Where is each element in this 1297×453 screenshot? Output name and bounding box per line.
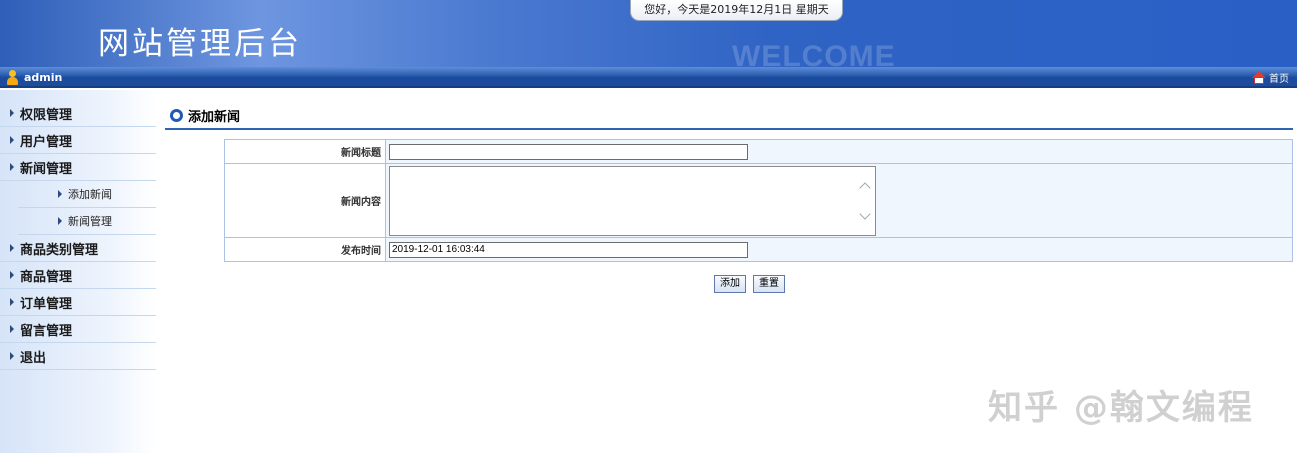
triangle-icon bbox=[10, 109, 14, 117]
news-title-input[interactable] bbox=[389, 143, 748, 160]
circle-bullet-icon bbox=[170, 109, 183, 122]
sidebar-item-users[interactable]: 用户管理 bbox=[0, 127, 156, 154]
welcome-text: WELCOME bbox=[732, 40, 896, 67]
sidebar-item-label: 新闻管理 bbox=[20, 161, 73, 177]
triangle-icon bbox=[58, 217, 62, 225]
triangle-icon bbox=[10, 136, 14, 144]
publish-time-cell bbox=[385, 237, 1293, 262]
add-button[interactable]: 添加 bbox=[714, 275, 746, 293]
triangle-icon bbox=[10, 325, 14, 333]
sidebar-subitem-label: 添加新闻 bbox=[68, 188, 112, 201]
sidebar-item-label: 用户管理 bbox=[20, 134, 73, 150]
sidebar-item-permissions[interactable]: 权限管理 bbox=[0, 100, 156, 127]
publish-time-label: 发布时间 bbox=[224, 237, 386, 262]
sidebar-item-logout[interactable]: 退出 bbox=[0, 343, 156, 370]
page-title: 添加新闻 bbox=[170, 106, 240, 125]
add-news-form: 新闻标题 新闻内容 发布时间 bbox=[224, 139, 1293, 262]
scroll-up-icon[interactable] bbox=[859, 181, 871, 194]
triangle-icon bbox=[58, 190, 62, 198]
news-content-cell bbox=[385, 163, 1293, 238]
home-icon bbox=[1252, 70, 1266, 84]
sidebar-item-product-categories[interactable]: 商品类别管理 bbox=[0, 235, 156, 262]
news-content-label: 新闻内容 bbox=[224, 163, 386, 238]
user-icon bbox=[6, 69, 19, 85]
username-label: admin bbox=[24, 70, 63, 84]
reset-button[interactable]: 重置 bbox=[753, 275, 785, 293]
current-user: admin bbox=[6, 69, 62, 85]
site-title: 网站管理后台 bbox=[98, 26, 302, 62]
sidebar-item-label: 商品管理 bbox=[20, 269, 73, 285]
sidebar-subitem-label: 新闻管理 bbox=[68, 215, 112, 228]
page-title-text: 添加新闻 bbox=[188, 110, 241, 125]
sidebar-item-label: 订单管理 bbox=[20, 296, 73, 312]
sidebar-item-news[interactable]: 新闻管理 bbox=[0, 154, 156, 181]
sidebar-item-label: 商品类别管理 bbox=[20, 242, 99, 258]
watermark: 知乎 @翰文编程 bbox=[988, 388, 1254, 428]
triangle-icon bbox=[10, 298, 14, 306]
news-content-textarea[interactable] bbox=[389, 165, 876, 236]
home-label: 首页 bbox=[1269, 73, 1289, 85]
sidebar-subitem-add-news[interactable]: 添加新闻 bbox=[18, 181, 156, 208]
sidebar-subitem-manage-news[interactable]: 新闻管理 bbox=[18, 208, 156, 235]
home-link[interactable]: 首页 bbox=[1252, 69, 1289, 85]
sidebar-item-label: 留言管理 bbox=[20, 323, 73, 339]
header-banner: 网站管理后台 WELCOME 您好，今天是2019年12月1日 星期天 bbox=[0, 0, 1297, 67]
triangle-icon bbox=[10, 352, 14, 360]
sidebar-item-messages[interactable]: 留言管理 bbox=[0, 316, 156, 343]
triangle-icon bbox=[10, 163, 14, 171]
publish-time-input[interactable] bbox=[389, 241, 748, 258]
title-divider bbox=[165, 128, 1293, 130]
triangle-icon bbox=[10, 271, 14, 279]
sidebar-item-label: 退出 bbox=[20, 350, 47, 366]
sidebar-item-products[interactable]: 商品管理 bbox=[0, 262, 156, 289]
date-greeting: 您好，今天是2019年12月1日 星期天 bbox=[630, 0, 843, 21]
sidebar-item-label: 权限管理 bbox=[20, 107, 73, 123]
sidebar-item-orders[interactable]: 订单管理 bbox=[0, 289, 156, 316]
triangle-icon bbox=[10, 244, 14, 252]
scroll-down-icon[interactable] bbox=[859, 207, 871, 220]
top-bar: admin 首页 bbox=[0, 67, 1297, 88]
news-title-cell bbox=[385, 139, 1293, 164]
news-title-label: 新闻标题 bbox=[224, 139, 386, 164]
sidebar: 权限管理 用户管理 新闻管理 添加新闻 新闻管理 商品类别管理 商品管理 订单管… bbox=[0, 90, 156, 453]
form-buttons: 添加 重置 bbox=[714, 275, 785, 293]
